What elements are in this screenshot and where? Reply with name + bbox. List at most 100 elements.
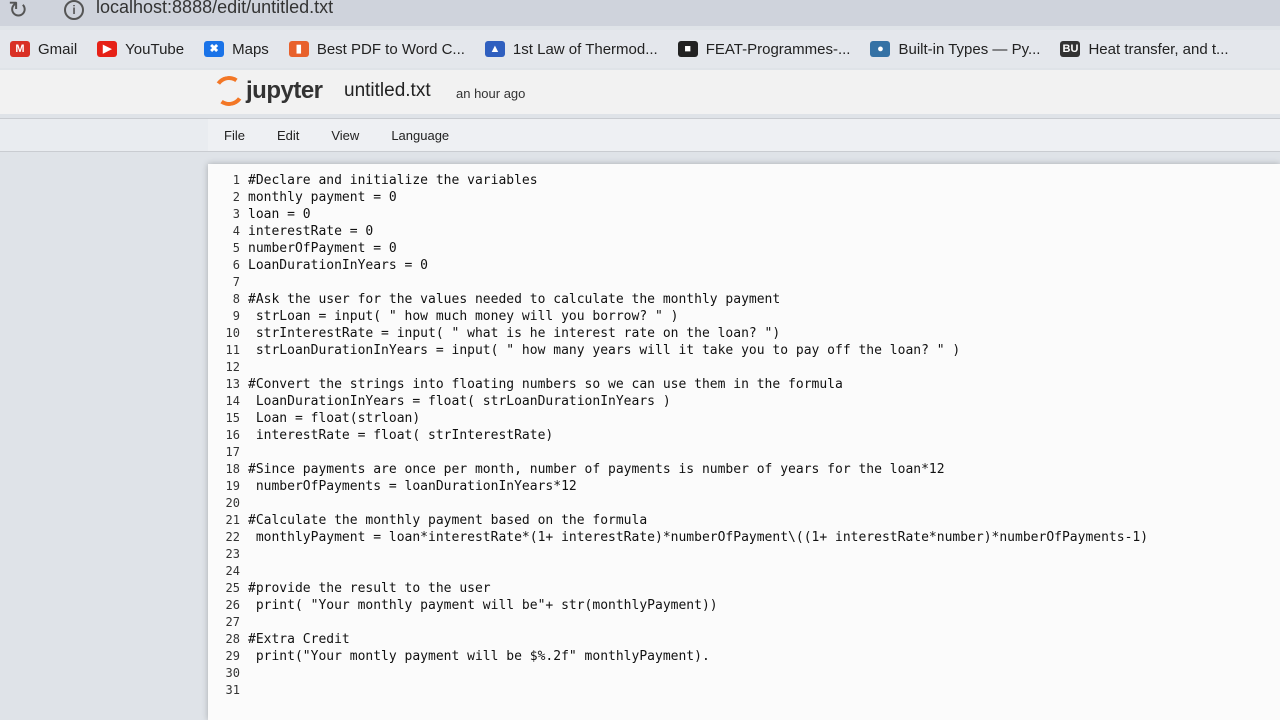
line-number: 5: [232, 241, 240, 255]
bookmark-label: Best PDF to Word C...: [316, 40, 465, 58]
bu-icon: BU: [1060, 41, 1081, 57]
feat-icon: ■: [677, 41, 698, 57]
line-number: 8: [232, 292, 240, 306]
code-line[interactable]: monthly payment = 0: [248, 189, 1270, 206]
line-number-gutter: 1 2 3 4 5 6 7 8 9 10 11 12 13 14 15 16 17 18 19 20 21 22 23 24 2…: [208, 172, 242, 699]
code-line[interactable]: [248, 614, 1270, 631]
menu-language[interactable]: Language: [375, 128, 465, 143]
line-number: 29: [225, 649, 240, 663]
line-number: 14: [225, 394, 240, 408]
line-number: 28: [225, 632, 240, 646]
code-line[interactable]: [248, 359, 1270, 376]
code-line[interactable]: #provide the result to the user: [248, 580, 1270, 597]
gmail-icon: M: [10, 41, 30, 57]
bookmark-label: YouTube: [125, 40, 185, 58]
code-line[interactable]: print("Your montly payment will be $%.2f…: [248, 648, 1270, 665]
code-line[interactable]: [248, 444, 1270, 461]
bookmark-item[interactable]: ▲ 1st Law of Thermod...: [484, 40, 658, 58]
line-number: 16: [225, 428, 240, 442]
code-line[interactable]: interestRate = float( strInterestRate): [248, 427, 1270, 444]
line-number: 20: [225, 496, 240, 510]
line-number: 24: [225, 564, 240, 578]
code-line[interactable]: loan = 0: [248, 206, 1270, 223]
last-saved-status: an hour ago: [456, 86, 526, 101]
code-line[interactable]: #Convert the strings into floating numbe…: [248, 376, 1270, 393]
code-line[interactable]: [248, 563, 1270, 580]
bookmark-item[interactable]: ✖ Maps: [204, 41, 269, 58]
code-line[interactable]: interestRate = 0: [248, 223, 1270, 240]
line-number: 26: [225, 598, 240, 612]
code-line[interactable]: #Since payments are once per month, numb…: [248, 461, 1270, 478]
code-line[interactable]: [248, 495, 1270, 512]
url-text[interactable]: localhost:8888/edit/untitled.txt: [96, 0, 333, 18]
line-number: 1: [232, 173, 240, 187]
code-line[interactable]: #Extra Credit: [248, 631, 1270, 648]
file-name[interactable]: untitled.txt: [344, 80, 431, 102]
line-number: 25: [225, 581, 240, 595]
python-icon: ●: [870, 41, 891, 57]
jupyter-logo-icon: [211, 73, 247, 109]
reload-icon[interactable]: ↻: [8, 0, 28, 25]
code-line[interactable]: strLoan = input( " how much money will y…: [248, 308, 1270, 325]
menu-view[interactable]: View: [315, 128, 375, 143]
youtube-icon: ▶: [97, 41, 118, 57]
line-number: 6: [232, 258, 240, 272]
line-number: 30: [225, 666, 240, 680]
pdf-icon: ▮: [288, 41, 309, 57]
bookmark-item[interactable]: ■ FEAT-Programmes-...: [677, 40, 851, 58]
code-line[interactable]: [248, 546, 1270, 563]
jupyter-logo[interactable]: jupyter: [211, 73, 323, 109]
bookmarks-bar: M Gmail ▶ YouTube ✖ Maps ▮ Best PDF to Word C..…: [0, 30, 1280, 68]
bookmark-item[interactable]: M Gmail: [10, 41, 77, 58]
code-line[interactable]: #Declare and initialize the variables: [248, 172, 1270, 189]
bookmark-label: Built-in Types — Py...: [898, 40, 1041, 58]
text-editor[interactable]: 1 2 3 4 5 6 7 8 9 10 11 12 13 14 15 16 17 18 19 20 21 22 23 24 2…: [208, 164, 1280, 720]
bookmark-label: 1st Law of Thermod...: [512, 40, 658, 58]
code-line[interactable]: LoanDurationInYears = float( strLoanDura…: [248, 393, 1270, 410]
line-number: 9: [232, 309, 240, 323]
menu-bar-items: File Edit View Language: [208, 119, 1280, 151]
address-bar: ↻ i localhost:8888/edit/untitled.txt: [0, 0, 1280, 26]
line-number: 31: [225, 683, 240, 697]
line-number: 17: [225, 445, 240, 459]
code-line[interactable]: #Calculate the monthly payment based on …: [248, 512, 1270, 529]
bookmark-item[interactable]: ▮ Best PDF to Word C...: [288, 40, 465, 58]
line-number: 12: [225, 360, 240, 374]
code-line[interactable]: print( "Your monthly payment will be"+ s…: [248, 597, 1270, 614]
info-icon[interactable]: i: [64, 0, 84, 20]
code-line[interactable]: monthlyPayment = loan*interestRate*(1+ i…: [248, 529, 1270, 546]
line-number: 18: [225, 462, 240, 476]
bookmark-item[interactable]: BU Heat transfer, and t...: [1060, 40, 1229, 58]
code-area[interactable]: #Declare and initialize the variables mon…: [248, 172, 1270, 699]
line-number: 27: [225, 615, 240, 629]
bookmark-label: Heat transfer, and t...: [1088, 40, 1229, 58]
line-number: 23: [225, 547, 240, 561]
bookmark-label: FEAT-Programmes-...: [705, 40, 851, 58]
flask-icon: ▲: [484, 41, 505, 57]
code-line[interactable]: strInterestRate = input( " what is he in…: [248, 325, 1270, 342]
code-line[interactable]: strLoanDurationInYears = input( " how ma…: [248, 342, 1270, 359]
line-number: 11: [225, 343, 240, 357]
line-number: 19: [225, 479, 240, 493]
maps-icon: ✖: [204, 41, 225, 57]
line-number: 13: [225, 377, 240, 391]
bookmark-item[interactable]: ▶ YouTube: [97, 41, 184, 58]
line-number: 7: [232, 275, 240, 289]
line-number: 3: [232, 207, 240, 221]
code-line[interactable]: [248, 682, 1270, 699]
code-line[interactable]: LoanDurationInYears = 0: [248, 257, 1270, 274]
jupyter-header: [0, 70, 1280, 114]
code-line[interactable]: Loan = float(strloan): [248, 410, 1270, 427]
code-line[interactable]: [248, 274, 1270, 291]
code-line[interactable]: #Ask the user for the values needed to c…: [248, 291, 1270, 308]
code-line[interactable]: numberOfPayment = 0: [248, 240, 1270, 257]
code-line[interactable]: [248, 665, 1270, 682]
bookmark-item[interactable]: ● Built-in Types — Py...: [870, 41, 1040, 58]
line-number: 21: [225, 513, 240, 527]
menu-file[interactable]: File: [208, 128, 261, 143]
line-number: 4: [232, 224, 240, 238]
line-number: 2: [232, 190, 240, 204]
menu-edit[interactable]: Edit: [261, 128, 315, 143]
jupyter-logo-text: jupyter: [246, 77, 323, 104]
code-line[interactable]: numberOfPayments = loanDurationInYears*1…: [248, 478, 1270, 495]
